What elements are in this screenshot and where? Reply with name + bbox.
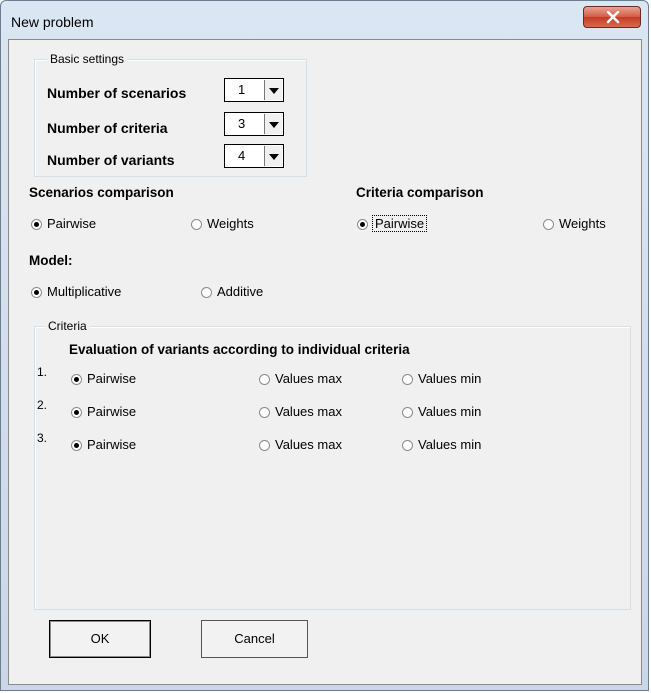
scenarios-comparison-heading: Scenarios comparison — [29, 185, 174, 200]
radio-label: Pairwise — [371, 215, 428, 232]
radio-label: Pairwise — [87, 404, 137, 419]
chevron-down-icon[interactable] — [264, 114, 282, 134]
radio-checked-icon — [31, 219, 42, 230]
criteria-count-value: 3 — [238, 116, 246, 131]
radio-label: Values max — [275, 437, 342, 452]
ok-button[interactable]: OK — [49, 620, 151, 658]
criterion-number: 2. — [37, 398, 48, 412]
criteria-group — [34, 326, 631, 610]
radio-unchecked-icon — [543, 219, 554, 230]
chevron-down-icon[interactable] — [264, 146, 282, 166]
radio-label: Weights — [207, 216, 254, 231]
basic-settings-legend: Basic settings — [47, 52, 128, 66]
label-number-of-criteria: Number of criteria — [47, 120, 168, 136]
radio-label: Pairwise — [47, 216, 97, 231]
radio-unchecked-icon — [201, 287, 212, 298]
radio-label: Pairwise — [87, 437, 137, 452]
radio-unchecked-icon — [259, 407, 270, 418]
criterion-number: 3. — [37, 431, 48, 445]
dialog-window: New problem Basic settings Number of sce… — [0, 0, 649, 691]
radio-label: Pairwise — [87, 371, 137, 386]
variants-count-select[interactable]: 4 — [224, 144, 284, 168]
label-number-of-scenarios: Number of scenarios — [47, 85, 187, 101]
radio-unchecked-icon — [402, 407, 413, 418]
criteria-comparison-heading: Criteria comparison — [356, 185, 484, 200]
radio-checked-icon — [31, 287, 42, 298]
scenarios-count-value: 1 — [238, 82, 246, 97]
radio-label: Values max — [275, 404, 342, 419]
radio-label: Values min — [418, 404, 482, 419]
model-heading: Model: — [29, 253, 73, 268]
title-bar[interactable]: New problem — [1, 1, 648, 39]
window-title: New problem — [11, 14, 94, 30]
scenarios-count-select[interactable]: 1 — [224, 78, 284, 102]
radio-unchecked-icon — [259, 374, 270, 385]
radio-unchecked-icon — [259, 440, 270, 451]
label-number-of-variants: Number of variants — [47, 152, 175, 168]
dialog-client-area: Basic settings Number of scenarios 1 Num… — [8, 39, 642, 685]
criterion-number: 1. — [37, 365, 48, 379]
radio-label: Multiplicative — [47, 284, 122, 299]
radio-label: Additive — [217, 284, 264, 299]
radio-label: Weights — [559, 216, 606, 231]
close-button[interactable] — [583, 6, 641, 28]
radio-label: Values min — [418, 437, 482, 452]
criteria-count-select[interactable]: 3 — [224, 112, 284, 136]
radio-label: Values min — [418, 371, 482, 386]
criteria-legend: Criteria — [45, 319, 90, 333]
radio-checked-icon — [71, 374, 82, 385]
criteria-evaluation-heading: Evaluation of variants according to indi… — [69, 342, 410, 357]
close-icon — [606, 11, 620, 24]
radio-unchecked-icon — [191, 219, 202, 230]
radio-unchecked-icon — [402, 374, 413, 385]
variants-count-value: 4 — [238, 148, 246, 163]
cancel-button[interactable]: Cancel — [201, 620, 308, 658]
radio-unchecked-icon — [402, 440, 413, 451]
radio-checked-icon — [71, 440, 82, 451]
chevron-down-icon[interactable] — [264, 80, 282, 100]
radio-label: Values max — [275, 371, 342, 386]
radio-checked-icon — [357, 219, 368, 230]
radio-checked-icon — [71, 407, 82, 418]
